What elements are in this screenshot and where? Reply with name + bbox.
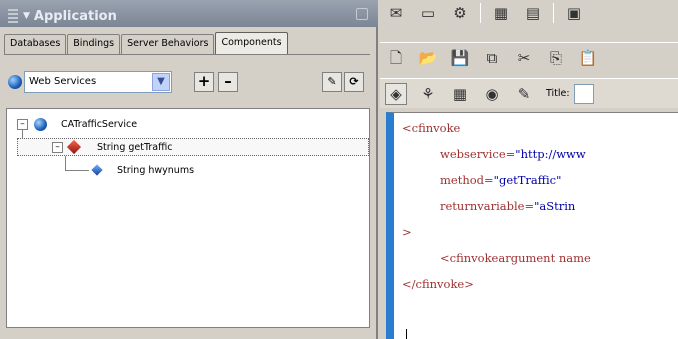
split-view-icon[interactable]: ⚘: [417, 83, 439, 105]
tree-item-label: String hwynums: [117, 164, 195, 176]
collapse-icon[interactable]: –: [52, 141, 63, 153]
gripper-icon[interactable]: [8, 9, 18, 23]
web-services-globe-icon: [8, 75, 22, 89]
table-icon[interactable]: ▦: [490, 2, 512, 24]
tab-components[interactable]: Components: [215, 32, 288, 54]
panel-title-bar[interactable]: ▼ Application: [0, 0, 378, 27]
code-line: method="getTraffic": [440, 173, 562, 187]
server-debug-icon[interactable]: ✎: [513, 83, 535, 105]
add-component-button[interactable]: +: [194, 72, 214, 92]
tab-divider: [4, 54, 370, 55]
document-toolbar: ◈ ⚘ ▦ ◉ ✎ Title:: [380, 78, 678, 108]
toolbar-separator: [553, 3, 554, 23]
layout-icon[interactable]: ▭: [417, 2, 439, 24]
code-line: >: [402, 225, 412, 239]
refresh-icon[interactable]: ⟳: [344, 72, 364, 92]
tree-item-argument[interactable]: String hwynums: [91, 161, 195, 179]
component-type-value: Web Services: [29, 76, 97, 87]
tree-connector: [65, 170, 89, 171]
code-line: returnvariable="aStrin: [440, 199, 576, 213]
edit-icon[interactable]: ✎: [322, 72, 342, 92]
method-icon: [66, 139, 82, 155]
design-view-icon[interactable]: ▦: [449, 83, 471, 105]
code-line: </cfinvoke>: [402, 277, 474, 291]
argument-icon: [91, 164, 103, 176]
panel-title: Application: [33, 8, 117, 24]
save-all-icon[interactable]: ⧉: [481, 47, 503, 69]
code-line: <cfinvokeargument name: [440, 251, 591, 265]
code-line: <cfinvoke: [402, 121, 461, 135]
tab-server-behaviors[interactable]: Server Behaviors: [121, 34, 215, 54]
standard-toolbar: 🗋 📂 💾 ⧉ ✂ ⎘ 📋: [380, 42, 678, 72]
live-data-icon[interactable]: ◉: [481, 83, 503, 105]
tab-databases[interactable]: Databases: [4, 34, 67, 54]
paste-icon[interactable]: 📋: [577, 47, 599, 69]
title-label: Title:: [546, 88, 570, 99]
code-editor-area: ✉ ▭ ⚙ ▦ ▤ ▣ 🗋 📂 💾 ⧉ ✂ ⎘ 📋 ◈ ⚘ ▦ ◉ ✎ Titl…: [380, 0, 678, 339]
text-cursor: [406, 329, 407, 339]
panel-tabs: Databases Bindings Server Behaviors Comp…: [4, 32, 289, 54]
insert-toolbar: ✉ ▭ ⚙ ▦ ▤ ▣: [380, 0, 678, 26]
document-title-input[interactable]: [573, 83, 594, 104]
tree-item-label: CATrafficService: [61, 118, 138, 130]
tree-item-method[interactable]: – String getTraffic: [17, 138, 369, 156]
code-line: webservice="http://www: [440, 147, 586, 161]
copy-icon[interactable]: ⎘: [545, 47, 567, 69]
image-icon[interactable]: ▣: [563, 2, 585, 24]
frames-icon[interactable]: ▤: [522, 2, 544, 24]
cut-icon[interactable]: ✂: [513, 47, 535, 69]
open-folder-icon[interactable]: 📂: [417, 47, 439, 69]
tab-bindings[interactable]: Bindings: [67, 34, 121, 54]
components-toolbar: Web Services ▼ + – ✎ ⟳: [4, 70, 370, 96]
code-view[interactable]: <cfinvoke webservice="http://www method=…: [386, 112, 678, 339]
remove-component-button[interactable]: –: [218, 72, 238, 92]
tree-connector: [65, 155, 66, 171]
collapse-triangle-icon[interactable]: ▼: [23, 11, 30, 21]
collapse-icon[interactable]: –: [17, 118, 28, 130]
application-panel: ▼ Application Databases Bindings Server …: [0, 0, 378, 339]
tree-item-service[interactable]: – CATrafficService: [17, 115, 137, 133]
new-document-icon[interactable]: 🗋: [385, 47, 407, 69]
insert-icon[interactable]: ✉: [385, 2, 407, 24]
tree-item-label: String getTraffic: [97, 141, 173, 153]
code-view-icon[interactable]: ◈: [385, 82, 407, 105]
toolbar-separator: [480, 3, 481, 23]
panel-options-icon[interactable]: [356, 8, 368, 20]
component-type-select[interactable]: Web Services ▼: [24, 71, 172, 93]
web-service-globe-icon: [34, 117, 47, 131]
save-icon[interactable]: 💾: [449, 47, 471, 69]
form-icon[interactable]: ⚙: [449, 2, 471, 24]
chevron-down-icon[interactable]: ▼: [152, 73, 170, 91]
component-tree: – CATrafficService – String getTraffic S…: [6, 108, 370, 328]
